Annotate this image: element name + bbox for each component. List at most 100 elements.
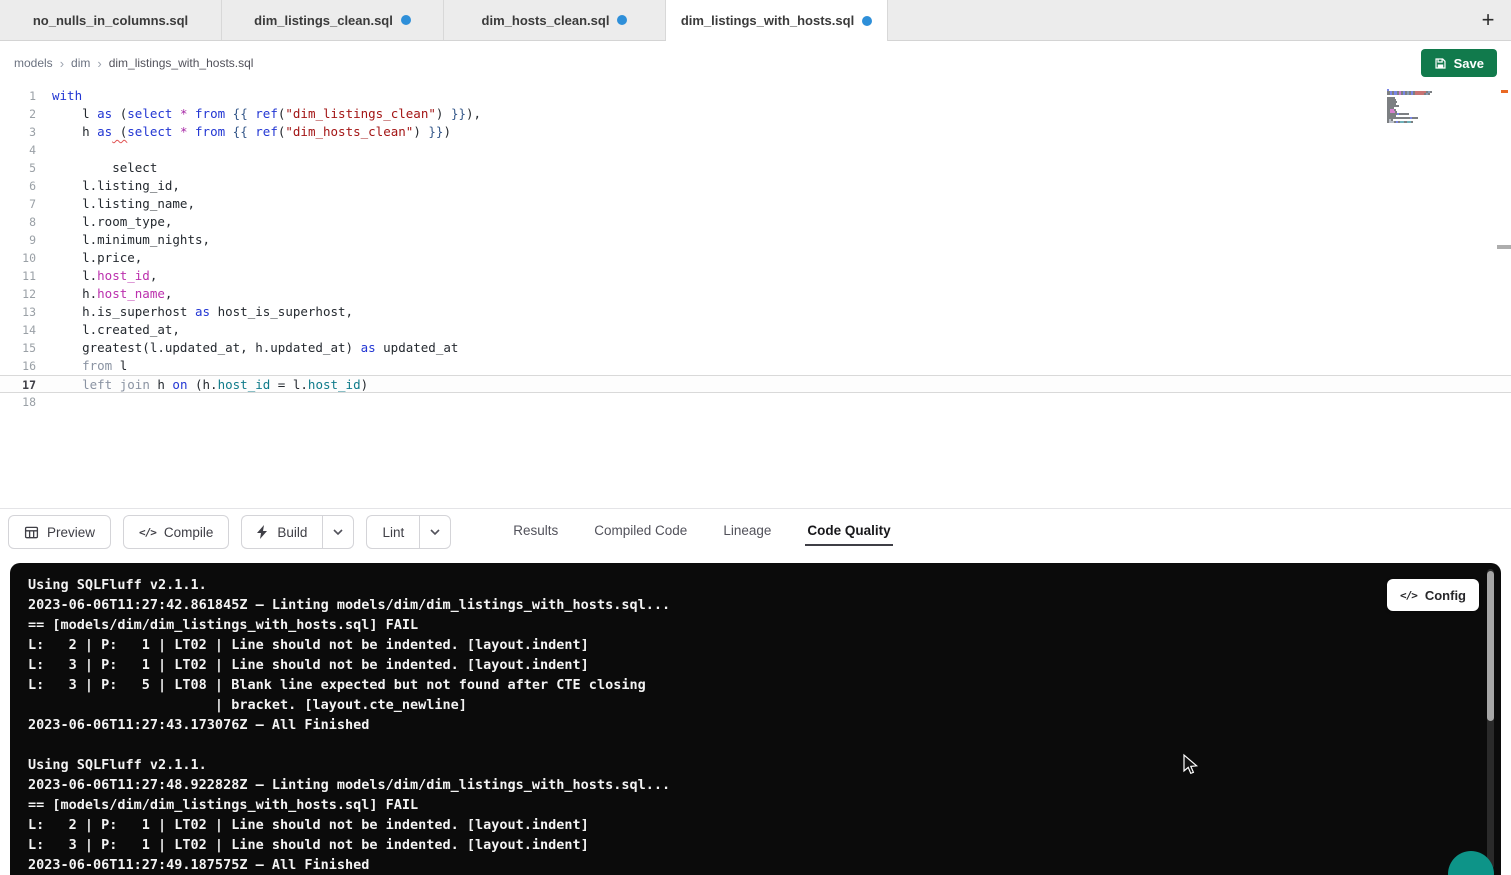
- code-line-1[interactable]: 1 with: [0, 87, 1511, 105]
- preview-button[interactable]: Preview: [8, 515, 111, 549]
- code-line-15[interactable]: 15 greatest(l.updated_at, h.updated_at) …: [0, 339, 1511, 357]
- terminal-line: L: 2 | P: 1 | LT02 | Line should not be …: [28, 635, 1481, 655]
- line-number: 1: [0, 87, 36, 105]
- file-tab-label: no_nulls_in_columns.sql: [33, 13, 188, 28]
- build-button[interactable]: Build: [241, 515, 322, 549]
- editor-minimap[interactable]: [1387, 89, 1465, 125]
- panel-tab-results[interactable]: Results: [511, 519, 560, 546]
- line-number: 7: [0, 195, 36, 213]
- terminal-line: L: 3 | P: 1 | LT02 | Line should not be …: [28, 655, 1481, 675]
- unsaved-changes-dot-icon: [862, 16, 872, 26]
- code-line-7[interactable]: 7 l.listing_name,: [0, 195, 1511, 213]
- line-number: 12: [0, 285, 36, 303]
- line-text: left join h on (h.host_id = l.host_id): [52, 376, 368, 392]
- code-line-5[interactable]: 5 select: [0, 159, 1511, 177]
- terminal-line: [28, 735, 1481, 755]
- line-number: 9: [0, 231, 36, 249]
- line-text: h as (select * from {{ ref("dim_hosts_cl…: [52, 123, 451, 141]
- terminal-line: L: 2 | P: 1 | LT02 | Line should not be …: [28, 815, 1481, 835]
- save-label: Save: [1454, 56, 1484, 71]
- build-dropdown-button[interactable]: [322, 515, 354, 549]
- breadcrumb-item[interactable]: dim_listings_with_hosts.sql: [109, 56, 254, 70]
- line-number: 6: [0, 177, 36, 195]
- unsaved-changes-dot-icon: [617, 15, 627, 25]
- breadcrumb-item[interactable]: dim: [71, 56, 90, 70]
- terminal-line: 2023-06-06T11:27:48.922828Z — Linting mo…: [28, 775, 1481, 795]
- line-number: 4: [0, 141, 36, 159]
- code-icon: </>: [139, 526, 156, 539]
- line-number: 13: [0, 303, 36, 321]
- file-tab-label: dim_hosts_clean.sql: [482, 13, 610, 28]
- terminal-line: Using SQLFluff v2.1.1.: [28, 575, 1481, 595]
- config-button[interactable]: </> Config: [1387, 579, 1479, 611]
- compile-button[interactable]: </> Compile: [123, 515, 229, 549]
- code-editor[interactable]: 1 with2 l as (select * from {{ ref("dim_l…: [0, 85, 1511, 508]
- code-line-10[interactable]: 10 l.price,: [0, 249, 1511, 267]
- breadcrumb-separator-icon: ›: [60, 56, 64, 71]
- line-text: l.listing_id,: [52, 177, 180, 195]
- line-number: 14: [0, 321, 36, 339]
- panel-tab-code-quality[interactable]: Code Quality: [805, 519, 892, 546]
- save-button[interactable]: Save: [1421, 49, 1497, 77]
- line-number: 16: [0, 357, 36, 375]
- terminal-line: == [models/dim/dim_listings_with_hosts.s…: [28, 795, 1481, 815]
- line-number: 8: [0, 213, 36, 231]
- new-tab-button[interactable]: +: [1465, 0, 1511, 40]
- code-line-13[interactable]: 13 h.is_superhost as host_is_superhost,: [0, 303, 1511, 321]
- line-text: l.host_id,: [52, 267, 157, 285]
- file-tab-dim_listings_with_hosts.sql[interactable]: dim_listings_with_hosts.sql: [666, 0, 888, 41]
- editor-scrollbar-handle[interactable]: [1497, 245, 1511, 249]
- action-bar: Preview </> Compile Build Lint Results Co…: [0, 509, 1511, 563]
- code-line-9[interactable]: 9 l.minimum_nights,: [0, 231, 1511, 249]
- line-number: 5: [0, 159, 36, 177]
- line-text: h.is_superhost as host_is_superhost,: [52, 303, 353, 321]
- unsaved-changes-dot-icon: [401, 15, 411, 25]
- code-line-18[interactable]: 18: [0, 393, 1511, 411]
- breadcrumb: models›dim›dim_listings_with_hosts.sql: [14, 56, 253, 71]
- preview-label: Preview: [47, 525, 95, 540]
- code-icon: </>: [1400, 589, 1417, 602]
- save-icon: [1434, 57, 1447, 70]
- code-line-3[interactable]: 3 h as (select * from {{ ref("dim_hosts_…: [0, 123, 1511, 141]
- code-line-14[interactable]: 14 l.created_at,: [0, 321, 1511, 339]
- lint-dropdown-button[interactable]: [419, 515, 451, 549]
- code-line-4[interactable]: 4: [0, 141, 1511, 159]
- code-line-11[interactable]: 11 l.host_id,: [0, 267, 1511, 285]
- file-tab-label: dim_listings_with_hosts.sql: [681, 13, 854, 28]
- line-text: with: [52, 87, 82, 105]
- file-tab-dim_hosts_clean.sql[interactable]: dim_hosts_clean.sql: [444, 0, 666, 40]
- terminal-scrollbar-thumb[interactable]: [1487, 571, 1494, 721]
- line-text: greatest(l.updated_at, h.updated_at) as …: [52, 339, 458, 357]
- line-number: 17: [0, 376, 36, 392]
- code-line-2[interactable]: 2 l as (select * from {{ ref("dim_listin…: [0, 105, 1511, 123]
- file-tabs: no_nulls_in_columns.sql dim_listings_clea…: [0, 0, 1465, 40]
- code-line-16[interactable]: 16 from l: [0, 357, 1511, 375]
- panel-tab-compiled-code[interactable]: Compiled Code: [592, 519, 689, 546]
- line-text: l.listing_name,: [52, 195, 195, 213]
- code-line-17[interactable]: 17 left join h on (h.host_id = l.host_id…: [0, 375, 1511, 393]
- file-tab-dim_listings_clean.sql[interactable]: dim_listings_clean.sql: [222, 0, 444, 40]
- terminal-line: L: 3 | P: 5 | LT08 | Blank line expected…: [28, 675, 1481, 695]
- line-number: 15: [0, 339, 36, 357]
- build-button-group: Build: [241, 515, 354, 549]
- panel-tab-lineage[interactable]: Lineage: [721, 519, 773, 546]
- file-tab-no_nulls_in_columns.sql[interactable]: no_nulls_in_columns.sql: [0, 0, 222, 40]
- terminal-scrollbar-track[interactable]: [1487, 569, 1494, 869]
- panel-tabs: Results Compiled Code Lineage Code Quality: [511, 509, 892, 555]
- line-text: l.minimum_nights,: [52, 231, 210, 249]
- plus-icon: +: [1482, 7, 1495, 33]
- lint-button-group: Lint: [366, 515, 451, 549]
- file-tab-label: dim_listings_clean.sql: [254, 13, 393, 28]
- code-line-8[interactable]: 8 l.room_type,: [0, 213, 1511, 231]
- lint-button[interactable]: Lint: [366, 515, 419, 549]
- build-bolt-icon: [257, 525, 269, 539]
- terminal-output: Using SQLFluff v2.1.1. 2023-06-06T11:27:4…: [28, 575, 1481, 875]
- lint-error-marker-icon: [1501, 90, 1508, 93]
- code-line-6[interactable]: 6 l.listing_id,: [0, 177, 1511, 195]
- config-label: Config: [1425, 588, 1466, 603]
- terminal-line: L: 3 | P: 1 | LT02 | Line should not be …: [28, 835, 1481, 855]
- breadcrumb-item[interactable]: models: [14, 56, 53, 70]
- code-line-12[interactable]: 12 h.host_name,: [0, 285, 1511, 303]
- preview-table-icon: [24, 525, 39, 540]
- line-text: l as (select * from {{ ref("dim_listings…: [52, 105, 481, 123]
